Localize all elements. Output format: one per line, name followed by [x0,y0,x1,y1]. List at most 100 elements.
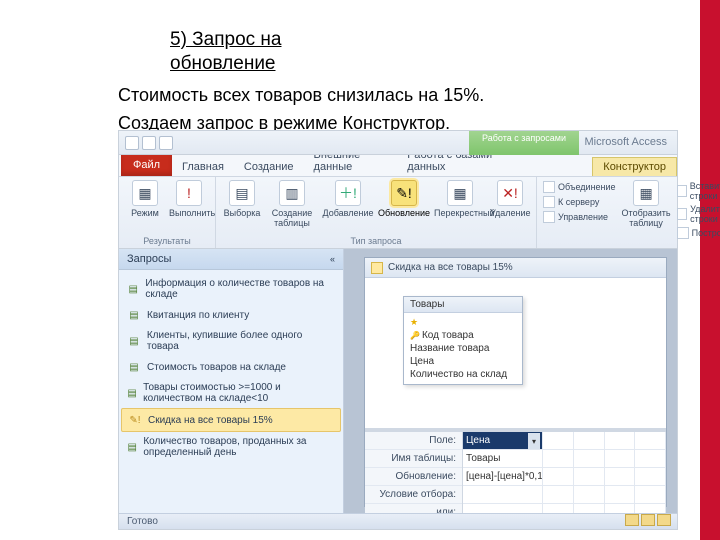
titlebar: Работа с запросами Microsoft Access [119,131,677,155]
contextual-tab-group: Работа с запросами [469,131,579,155]
collapse-chevron-icon[interactable]: « [330,254,335,264]
table-box-title[interactable]: Товары [404,297,522,313]
qat-redo-icon[interactable] [159,136,173,150]
grid-or-cell[interactable] [463,504,542,513]
tab-file[interactable]: Файл [121,154,172,176]
status-text: Готово [127,514,158,529]
crosstab-label: Перекрестный [434,208,495,218]
query-item[interactable]: ▤Клиенты, купившие более одного товара [121,326,341,356]
table-box[interactable]: Товары Код товара Название товара Цена К… [403,296,523,385]
update-query-icon: ✎! [128,413,142,427]
select-query-icon: ▤ [127,360,141,374]
view-shortcuts [625,514,677,529]
tab-create[interactable]: Создание [234,158,304,176]
grid-label-field: Поле: [365,432,462,450]
field-item[interactable]: Название товара [410,342,516,355]
passthrough-icon [543,196,555,208]
builder-button[interactable]: Построитель [677,226,720,240]
grid-column-empty[interactable] [574,432,605,513]
deleterows-icon [677,208,688,220]
field-item[interactable]: Цена [410,355,516,368]
table-diagram-pane[interactable]: Товары Код товара Название товара Цена К… [365,278,666,428]
query-window-title[interactable]: Скидка на все товары 15% [365,258,666,278]
select-query-icon: ▤ [127,334,141,348]
select-icon: ▤ [229,180,255,206]
qat-save-icon[interactable] [125,136,139,150]
query-list: ▤Информация о количестве товаров на скла… [119,270,343,466]
nav-header[interactable]: Запросы « [119,249,343,270]
passthrough-button[interactable]: К серверу [543,195,616,209]
grid-table-cell[interactable]: Товары [463,450,542,468]
select-query-icon: ▤ [127,282,139,296]
union-button[interactable]: Объединение [543,180,616,194]
tab-design[interactable]: Конструктор [592,157,677,176]
slide-subtitle-1: Стоимость всех товаров снизилась на 15%. [118,85,484,107]
maketable-icon: ▥ [279,180,305,206]
select-label: Выборка [224,208,261,218]
datasheet-view-icon[interactable] [625,514,639,526]
field-star[interactable] [410,316,516,329]
grid-column-1[interactable]: Цена Товары [цена]-[цена]*0,15 [463,432,543,513]
access-window: Работа с запросами Microsoft Access Файл… [118,130,678,530]
slide-title-line2: обновление [170,52,281,76]
builder-icon [677,227,689,239]
update-query-button[interactable]: ✎! Обновление [378,180,430,218]
design-view-icon[interactable] [657,514,671,526]
ribbon-group-results: ▦ Режим ! Выполнить Результаты [119,177,216,248]
update-label: Обновление [378,208,430,218]
insert-rows-button[interactable]: Вставить строки [677,180,720,202]
grid-column-empty[interactable] [543,432,574,513]
ribbon-group-query-type: ▤Выборка ▥Создание таблицы ＋!Добавление … [216,177,537,248]
append-query-button[interactable]: ＋!Добавление [322,180,374,218]
select-query-button[interactable]: ▤ Выборка [222,180,262,218]
grid-criteria-cell[interactable] [463,486,542,504]
query-item[interactable]: ▤Товары стоимостью >=1000 и количеством … [121,378,341,408]
tab-home[interactable]: Главная [172,158,234,176]
crosstab-icon: ▦ [447,180,473,206]
maketable-label: Создание таблицы [272,208,313,228]
grid-update-cell[interactable]: [цена]-[цена]*0,15 [463,468,542,486]
slide-title: 5) Запрос на обновление [170,28,281,76]
query-item-selected[interactable]: ✎!Скидка на все товары 15% [121,408,341,432]
update-query-icon [371,262,383,274]
run-button[interactable]: ! Выполнить [169,180,209,218]
union-icon [543,181,555,193]
datadef-button[interactable]: Управление [543,210,616,224]
delete-query-button[interactable]: ✕!Удаление [490,180,530,218]
crosstab-query-button[interactable]: ▦Перекрестный [434,180,486,218]
query-item[interactable]: ▤Информация о количестве товаров на скла… [121,274,341,304]
app-name: Microsoft Access [584,136,667,148]
update-icon: ✎! [391,180,417,206]
insertrows-icon [677,185,687,197]
showtable-icon: ▦ [633,180,659,206]
grid-row-labels: Поле: Имя таблицы: Обновление: Условие о… [365,432,463,513]
show-table-button[interactable]: ▦Отобразить таблицу [622,180,671,246]
slide-red-accent [700,0,720,540]
grid-label-criteria: Условие отбора: [365,486,462,504]
query-item[interactable]: ▤Количество товаров, проданных за опреде… [121,432,341,462]
field-item[interactable]: Количество на склад [410,368,516,381]
maketable-query-button[interactable]: ▥Создание таблицы [266,180,318,228]
select-query-icon: ▤ [127,440,137,454]
query-item[interactable]: ▤Квитанция по клиенту [121,304,341,326]
grid-column-empty[interactable] [635,432,666,513]
qat-undo-icon[interactable] [142,136,156,150]
sql-view-icon[interactable] [641,514,655,526]
grid-label-update: Обновление: [365,468,462,486]
ribbon: ▦ Режим ! Выполнить Результаты ▤Выборка … [119,177,677,249]
append-icon: ＋! [335,180,361,206]
ribbon-tabs: Файл Главная Создание Внешние данные Раб… [119,155,677,177]
navigation-pane: Запросы « ▤Информация о количестве товар… [119,249,344,513]
field-key[interactable]: Код товара [410,329,516,342]
delete-rows-button[interactable]: Удалить строки [677,203,720,225]
query-design-window[interactable]: Скидка на все товары 15% Товары Код това… [364,257,667,507]
view-button[interactable]: ▦ Режим [125,180,165,218]
delete-label: Удаление [490,208,531,218]
results-group-label: Результаты [125,235,209,246]
slide-title-line1: 5) Запрос на [170,28,281,52]
grid-label-or: или: [365,504,462,513]
grid-columns: Цена Товары [цена]-[цена]*0,15 [463,432,666,513]
query-item[interactable]: ▤Стоимость товаров на складе [121,356,341,378]
grid-column-empty[interactable] [605,432,636,513]
grid-field-cell[interactable]: Цена [463,432,542,450]
